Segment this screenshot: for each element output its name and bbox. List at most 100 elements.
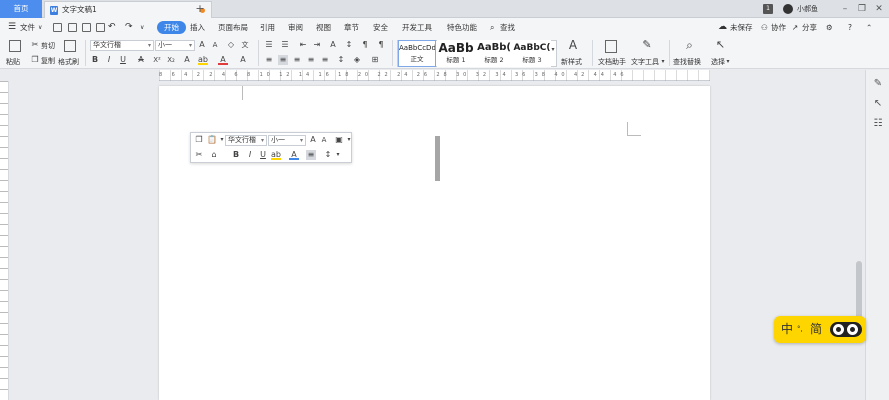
- redo-icon[interactable]: ↷: [125, 18, 133, 37]
- avatar[interactable]: [783, 4, 793, 14]
- shading-icon[interactable]: ◈: [352, 55, 362, 65]
- distribute-icon[interactable]: ≡: [320, 55, 330, 65]
- pilcrow-icon[interactable]: ¶: [376, 40, 386, 50]
- chevron-down-icon[interactable]: ▾: [723, 57, 733, 67]
- copy-icon[interactable]: ❐: [194, 135, 204, 145]
- numbered-list-icon[interactable]: ☰: [280, 40, 290, 50]
- collaborate-icon[interactable]: ⚇: [761, 18, 768, 37]
- tab-references[interactable]: 引用: [260, 18, 275, 37]
- border-icon[interactable]: ⊞: [370, 55, 380, 65]
- italic-icon[interactable]: I: [245, 150, 255, 160]
- vertical-scrollbar[interactable]: [853, 81, 865, 400]
- style-heading-3[interactable]: AaBbC( 标题 3: [513, 40, 551, 67]
- grow-font-icon[interactable]: A: [308, 135, 318, 145]
- tab-special[interactable]: 特色功能: [447, 18, 477, 37]
- shrink-font-icon[interactable]: A: [319, 135, 329, 145]
- settings-icon[interactable]: ⚙: [826, 18, 833, 37]
- align-center-icon[interactable]: ≡: [278, 55, 288, 65]
- style-scroll-icon[interactable]: ▾: [548, 45, 558, 55]
- mini-font-name-select[interactable]: 华文行楷 ▾: [225, 135, 267, 146]
- new-style-button[interactable]: 新样式: [561, 57, 582, 67]
- sort-icon[interactable]: ↕: [344, 40, 354, 50]
- hamburger-menu-icon[interactable]: ☰: [8, 18, 16, 37]
- tab-document[interactable]: W 文字文稿1: [44, 1, 212, 18]
- ime-mode-toggle[interactable]: 简: [810, 316, 822, 343]
- style-normal[interactable]: AaBbCcDd 正文: [398, 40, 436, 67]
- tab-insert[interactable]: 插入: [190, 18, 205, 37]
- copy-button[interactable]: 复制: [41, 56, 55, 66]
- text-tools-button[interactable]: 文字工具: [631, 57, 659, 67]
- show-marks-icon[interactable]: ¶: [360, 40, 370, 50]
- underline-icon[interactable]: U: [258, 150, 268, 160]
- search-icon[interactable]: ⌕: [490, 18, 494, 37]
- undo-icon[interactable]: ↶: [108, 18, 116, 37]
- save-icon[interactable]: [68, 23, 77, 32]
- horizontal-ruler[interactable]: 8 6 4 2 2 4 6 8 10 12 14 16 18 20 22 24 …: [0, 70, 889, 81]
- paste-button[interactable]: 粘贴: [6, 57, 20, 67]
- chevron-down-icon[interactable]: ▾: [333, 150, 343, 160]
- cursor-select-icon[interactable]: ↖: [714, 39, 727, 53]
- font-name-select[interactable]: 华文行楷 ▾: [90, 40, 154, 51]
- find-replace-icon[interactable]: ⌕: [683, 39, 696, 53]
- format-painter-icon[interactable]: ⌂: [209, 150, 219, 160]
- ime-status-widget[interactable]: 中 °, 简: [774, 316, 866, 343]
- font-color-icon[interactable]: A: [289, 150, 299, 160]
- save-status[interactable]: 未保存: [730, 18, 753, 37]
- style-heading-2[interactable]: AaBb( 标题 2: [475, 40, 513, 67]
- text-effect-icon[interactable]: A: [182, 55, 192, 65]
- shrink-font-icon[interactable]: A: [210, 40, 220, 50]
- highlight-icon[interactable]: ab: [271, 150, 281, 160]
- mini-font-size-select[interactable]: 小一 ▾: [268, 135, 306, 146]
- text-tools-icon[interactable]: ✎: [641, 39, 653, 53]
- underline-icon[interactable]: U: [118, 55, 128, 65]
- doc-assistant-button[interactable]: 文档助手: [598, 57, 626, 67]
- tab-developer[interactable]: 开发工具: [402, 18, 432, 37]
- strikethrough-icon[interactable]: A: [136, 55, 146, 65]
- increase-indent-icon[interactable]: ⇥: [312, 40, 322, 50]
- chinese-layout-icon[interactable]: A: [328, 40, 338, 50]
- user-name[interactable]: 小郝鱼: [797, 0, 818, 18]
- font-color-icon[interactable]: A: [218, 55, 228, 65]
- quick-access-more-icon[interactable]: ∨: [140, 18, 144, 37]
- bullet-list-icon[interactable]: ☰: [264, 40, 274, 50]
- line-spacing-icon[interactable]: ↕: [336, 55, 346, 65]
- clear-format-icon[interactable]: ◇: [226, 40, 236, 50]
- sliders-icon[interactable]: ☷: [872, 118, 884, 130]
- vertical-ruler[interactable]: [0, 81, 9, 400]
- find-replace-button[interactable]: 查找替换: [673, 57, 701, 67]
- format-painter-icon[interactable]: [64, 40, 76, 52]
- new-tab-button[interactable]: +: [194, 0, 206, 18]
- tab-view[interactable]: 视图: [316, 18, 331, 37]
- align-center-icon[interactable]: ≡: [306, 150, 316, 160]
- minimize-icon[interactable]: –: [836, 0, 854, 18]
- tab-start[interactable]: 开始: [157, 21, 186, 34]
- ime-lang-toggle[interactable]: 中: [781, 316, 793, 343]
- pinyin-icon[interactable]: 文: [240, 40, 250, 50]
- decrease-indent-icon[interactable]: ⇤: [298, 40, 308, 50]
- doc-assistant-icon[interactable]: [605, 40, 617, 53]
- chevron-down-icon[interactable]: ∨: [38, 18, 42, 37]
- new-doc-icon[interactable]: [53, 23, 62, 32]
- ime-punct-toggle[interactable]: °,: [797, 316, 803, 343]
- new-style-icon[interactable]: A: [566, 39, 580, 54]
- align-left-icon[interactable]: ≡: [264, 55, 274, 65]
- scissors-icon[interactable]: ✂: [194, 150, 204, 160]
- tab-chapter[interactable]: 章节: [344, 18, 359, 37]
- bold-icon[interactable]: B: [90, 55, 100, 65]
- help-icon[interactable]: ?: [848, 18, 852, 37]
- tab-review[interactable]: 审阅: [288, 18, 303, 37]
- tab-security[interactable]: 安全: [373, 18, 388, 37]
- page-count-badge[interactable]: 1: [763, 4, 773, 14]
- cursor-select-icon[interactable]: ↖: [872, 98, 884, 110]
- style-heading-1[interactable]: AaBb 标题 1: [437, 40, 475, 67]
- align-justify-icon[interactable]: ≡: [306, 55, 316, 65]
- char-border-icon[interactable]: A: [238, 55, 248, 65]
- restore-icon[interactable]: ❐: [853, 0, 871, 18]
- chevron-down-icon[interactable]: ▾: [658, 57, 668, 67]
- font-size-select[interactable]: 小一 ▾: [155, 40, 195, 51]
- collapse-ribbon-icon[interactable]: ⌃: [866, 18, 872, 37]
- close-icon[interactable]: ✕: [870, 0, 888, 18]
- subscript-icon[interactable]: X₂: [166, 55, 176, 65]
- superscript-icon[interactable]: X²: [152, 55, 162, 65]
- bold-icon[interactable]: B: [231, 150, 241, 160]
